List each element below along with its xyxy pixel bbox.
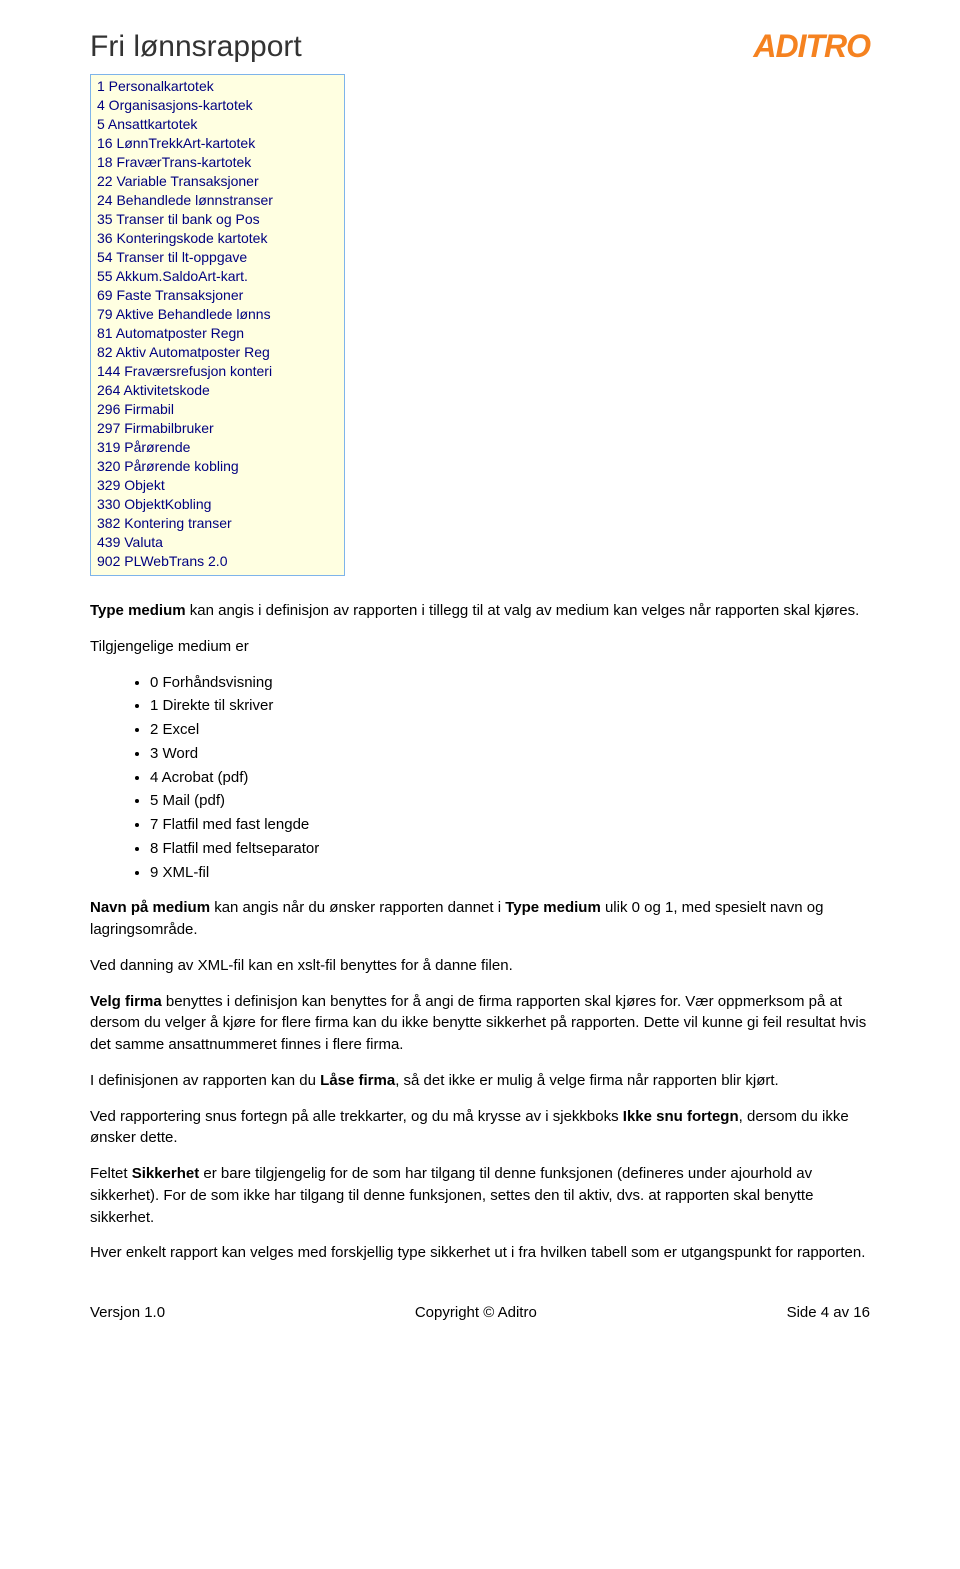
bold-term: Sikkerhet bbox=[132, 1165, 200, 1182]
text: er bare tilgjengelig for de som har tilg… bbox=[90, 1165, 813, 1226]
type-listbox: 1 Personalkartotek 4 Organisasjons-karto… bbox=[90, 74, 345, 576]
footer: Versjon 1.0 Copyright © Aditro Side 4 av… bbox=[90, 1304, 870, 1321]
document-page: Fri lønnsrapport ADITRO 1 Personalkartot… bbox=[0, 0, 960, 1361]
paragraph: Feltet Sikkerhet er bare tilgjengelig fo… bbox=[90, 1163, 870, 1228]
list-item: 264 Aktivitetskode bbox=[97, 381, 338, 400]
text: benyttes i definisjon kan benyttes for å… bbox=[90, 993, 866, 1054]
bold-term: Velg firma bbox=[90, 993, 162, 1010]
list-item: 7 Flatfil med fast lengde bbox=[150, 814, 870, 836]
list-item: 329 Objekt bbox=[97, 476, 338, 495]
list-item: 5 Ansattkartotek bbox=[97, 115, 338, 134]
list-item: 330 ObjektKobling bbox=[97, 495, 338, 514]
list-item: 4 Acrobat (pdf) bbox=[150, 767, 870, 789]
paragraph: Tilgjengelige medium er bbox=[90, 636, 870, 658]
list-item: 1 Personalkartotek bbox=[97, 77, 338, 96]
list-item: 1 Direkte til skriver bbox=[150, 695, 870, 717]
list-item: 82 Aktiv Automatposter Reg bbox=[97, 343, 338, 362]
list-item: 5 Mail (pdf) bbox=[150, 790, 870, 812]
brand-logo: ADITRO bbox=[753, 30, 870, 62]
list-item: 144 Fraværsrefusjon konteri bbox=[97, 362, 338, 381]
list-item: 8 Flatfil med feltseparator bbox=[150, 838, 870, 860]
list-item: 24 Behandlede lønnstranser bbox=[97, 191, 338, 210]
paragraph: I definisjonen av rapporten kan du Låse … bbox=[90, 1070, 870, 1092]
text: , så det ikke er mulig å velge firma når… bbox=[395, 1072, 778, 1089]
list-item: 9 XML-fil bbox=[150, 862, 870, 884]
list-item: 297 Firmabilbruker bbox=[97, 419, 338, 438]
paragraph: Ved rapportering snus fortegn på alle tr… bbox=[90, 1106, 870, 1150]
list-item: 4 Organisasjons-kartotek bbox=[97, 96, 338, 115]
list-item: 2 Excel bbox=[150, 719, 870, 741]
list-item: 902 PLWebTrans 2.0 bbox=[97, 552, 338, 571]
body-content: Type medium kan angis i definisjon av ra… bbox=[90, 600, 870, 1264]
list-item: 22 Variable Transaksjoner bbox=[97, 172, 338, 191]
list-item: 0 Forhåndsvisning bbox=[150, 672, 870, 694]
bold-term: Ikke snu fortegn bbox=[623, 1108, 739, 1125]
list-item: 16 LønnTrekkArt-kartotek bbox=[97, 134, 338, 153]
media-list: 0 Forhåndsvisning 1 Direkte til skriver … bbox=[90, 672, 870, 884]
list-item: 439 Valuta bbox=[97, 533, 338, 552]
text: I definisjonen av rapporten kan du bbox=[90, 1072, 320, 1089]
header: Fri lønnsrapport ADITRO bbox=[90, 30, 870, 64]
footer-page-number: Side 4 av 16 bbox=[787, 1304, 870, 1321]
list-item: 3 Word bbox=[150, 743, 870, 765]
page-title: Fri lønnsrapport bbox=[90, 30, 302, 64]
list-item: 79 Aktive Behandlede lønns bbox=[97, 305, 338, 324]
bold-term: Type medium bbox=[90, 602, 186, 619]
paragraph: Ved danning av XML-fil kan en xslt-fil b… bbox=[90, 955, 870, 977]
list-item: 320 Pårørende kobling bbox=[97, 457, 338, 476]
text: Feltet bbox=[90, 1165, 132, 1182]
footer-copyright: Copyright © Aditro bbox=[415, 1304, 537, 1321]
bold-term: Navn på medium bbox=[90, 899, 210, 916]
list-item: 69 Faste Transaksjoner bbox=[97, 286, 338, 305]
paragraph: Hver enkelt rapport kan velges med forsk… bbox=[90, 1242, 870, 1264]
list-item: 54 Transer til lt-oppgave bbox=[97, 248, 338, 267]
paragraph: Type medium kan angis i definisjon av ra… bbox=[90, 600, 870, 622]
list-item: 382 Kontering transer bbox=[97, 514, 338, 533]
text: kan angis i definisjon av rapporten i ti… bbox=[186, 602, 860, 619]
list-item: 36 Konteringskode kartotek bbox=[97, 229, 338, 248]
text: kan angis når du ønsker rapporten dannet… bbox=[210, 899, 505, 916]
list-item: 55 Akkum.SaldoArt-kart. bbox=[97, 267, 338, 286]
list-item: 35 Transer til bank og Pos bbox=[97, 210, 338, 229]
list-item: 319 Pårørende bbox=[97, 438, 338, 457]
paragraph: Velg firma benyttes i definisjon kan ben… bbox=[90, 991, 870, 1056]
list-item: 296 Firmabil bbox=[97, 400, 338, 419]
text: Ved rapportering snus fortegn på alle tr… bbox=[90, 1108, 623, 1125]
bold-term: Type medium bbox=[505, 899, 601, 916]
list-item: 81 Automatposter Regn bbox=[97, 324, 338, 343]
bold-term: Låse firma bbox=[320, 1072, 395, 1089]
paragraph: Navn på medium kan angis når du ønsker r… bbox=[90, 897, 870, 941]
list-item: 18 FraværTrans-kartotek bbox=[97, 153, 338, 172]
footer-version: Versjon 1.0 bbox=[90, 1304, 165, 1321]
